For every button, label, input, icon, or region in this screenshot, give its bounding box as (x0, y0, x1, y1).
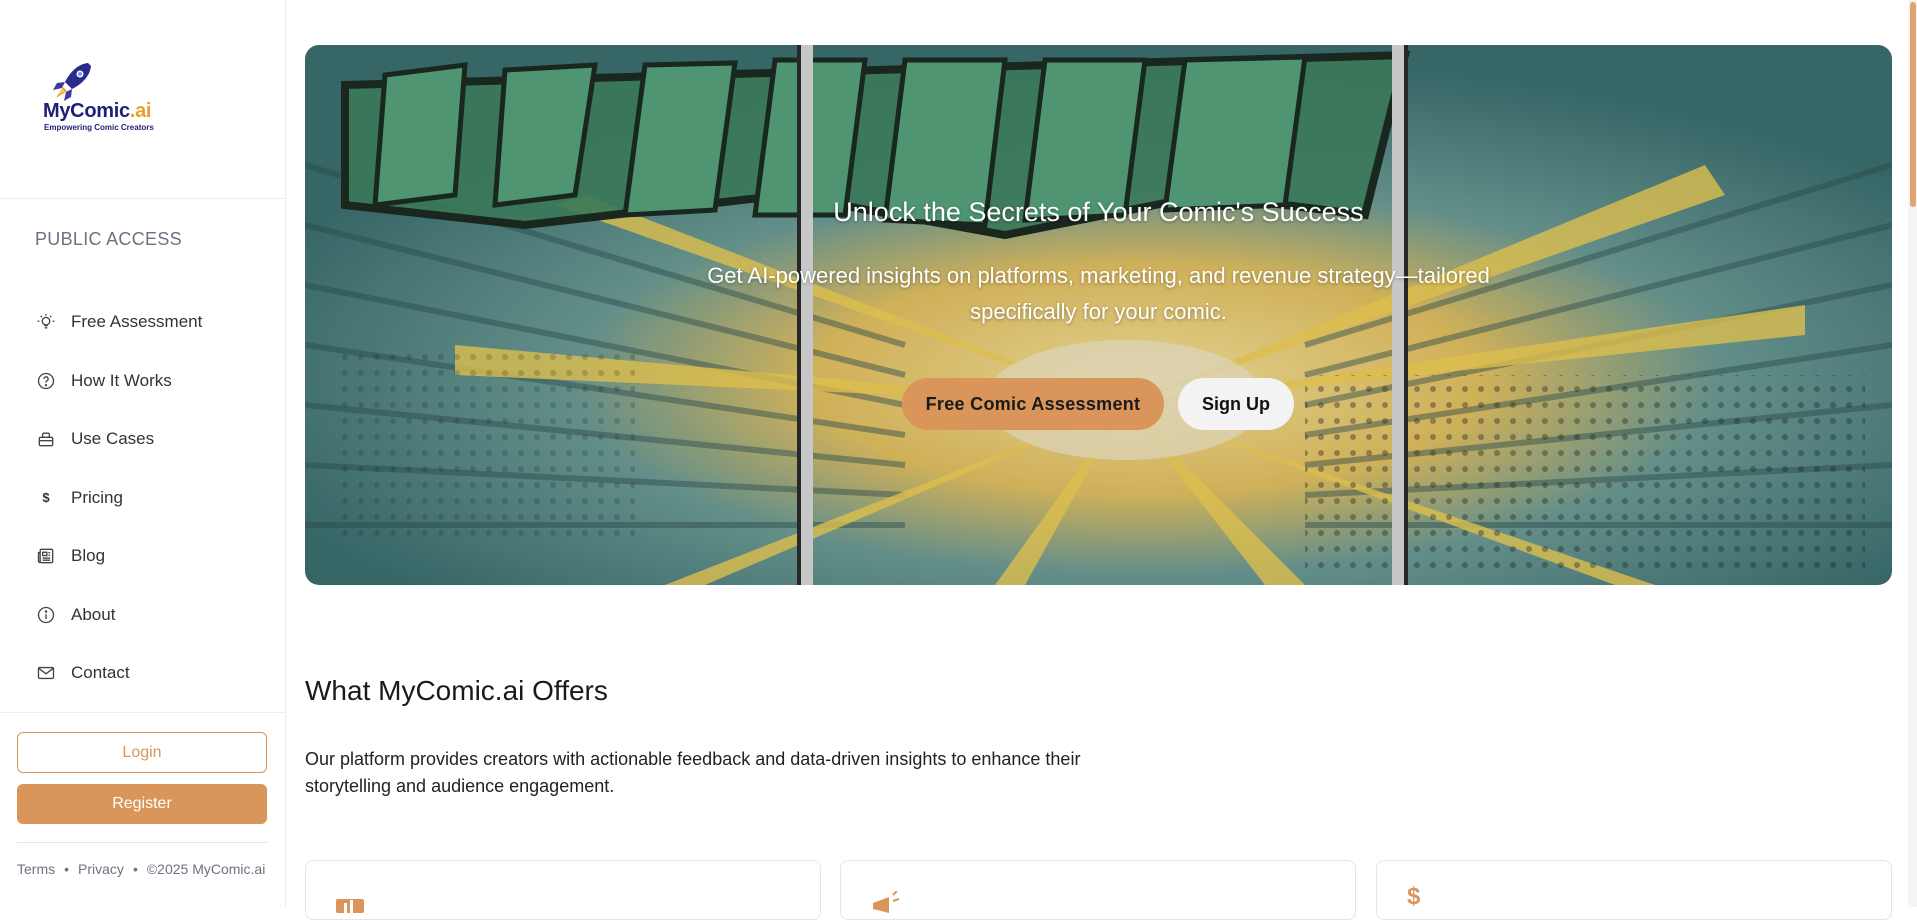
question-circle-icon (35, 370, 57, 392)
copyright-text: ©2025 MyComic.ai (146, 861, 266, 877)
sidebar-item-blog[interactable]: Blog (0, 527, 286, 586)
sidebar-item-label: Contact (71, 663, 130, 683)
sidebar-item-contact[interactable]: Contact (0, 644, 286, 703)
lightbulb-icon (35, 311, 57, 333)
scrollbar-thumb[interactable] (1910, 2, 1916, 207)
hero-subtitle: Get AI-powered insights on platforms, ma… (707, 263, 1490, 324)
sidebar-item-label: Use Cases (71, 429, 155, 449)
brand-name-suffix: .ai (129, 100, 152, 122)
envelope-icon (35, 662, 57, 684)
offer-card[interactable]: $ (1376, 860, 1892, 920)
brand-name: MyComic.ai (43, 100, 151, 123)
offers-description: Our platform provides creators with acti… (305, 749, 1081, 796)
footer-divider (17, 842, 267, 843)
footer-separator: • (64, 861, 70, 877)
sidebar-item-label: How It Works (71, 370, 172, 390)
logo-area: MyComic.ai Empowering Comic Creators (0, 0, 286, 199)
sidebar-nav: Free Assessment How It Works Use Cases $… (0, 293, 286, 703)
brand-logo[interactable]: MyComic.ai Empowering Comic Creators (42, 60, 172, 140)
offers-heading: What MyComic.ai Offers (305, 675, 608, 706)
auth-section: Login Register Terms • Privacy • ©2025 MyCom… (0, 712, 286, 877)
hero-banner: Unlock the Secrets of Your Comic's Succe… (305, 45, 1892, 585)
login-button[interactable]: Login (17, 732, 267, 773)
sidebar-item-how-it-works[interactable]: How It Works (0, 352, 286, 411)
hero-title: Unlock the Secrets of Your Comic's Succe… (833, 197, 1364, 227)
offer-cards: $ (305, 860, 1892, 920)
megaphone-icon (873, 891, 899, 913)
sidebar-item-label: Free Assessment (71, 312, 203, 332)
sidebar-footer: Terms • Privacy • ©2025 MyComic.ai (17, 861, 265, 877)
sign-up-button[interactable]: Sign Up (1178, 378, 1294, 430)
info-circle-icon (35, 604, 57, 626)
sidebar-item-about[interactable]: About (0, 586, 286, 645)
sidebar-item-label: Blog (71, 546, 106, 566)
register-button[interactable]: Register (17, 784, 267, 824)
offer-card[interactable] (840, 860, 1356, 920)
offer-card[interactable] (305, 860, 821, 920)
hero-actions: Free Comic Assessment Sign Up (902, 378, 1294, 430)
newspaper-icon (35, 545, 57, 567)
terms-link[interactable]: Terms (17, 861, 55, 877)
sidebar-item-pricing[interactable]: $ Pricing (0, 469, 286, 528)
sidebar-item-use-cases[interactable]: Use Cases (0, 410, 286, 469)
page-scrollbar[interactable] (1908, 0, 1917, 907)
chart-icon (336, 899, 364, 913)
footer-separator: • (132, 861, 138, 877)
sidebar-item-label: Pricing (71, 487, 123, 507)
sidebar-item-label: About (71, 604, 116, 624)
dollar-icon: $ (42, 490, 50, 506)
privacy-link[interactable]: Privacy (78, 861, 124, 877)
section-label-public-access: PUBLIC ACCESS (35, 229, 182, 249)
dollar-icon: $ (1407, 883, 1421, 910)
sidebar-item-free-assessment[interactable]: Free Assessment (0, 293, 286, 352)
sidebar: MyComic.ai Empowering Comic Creators PUB… (0, 0, 286, 907)
free-comic-assessment-button[interactable]: Free Comic Assessment (902, 378, 1164, 430)
brand-tagline: Empowering Comic Creators (44, 123, 154, 132)
brand-name-main: MyComic (43, 100, 130, 122)
briefcase-icon (35, 428, 57, 450)
